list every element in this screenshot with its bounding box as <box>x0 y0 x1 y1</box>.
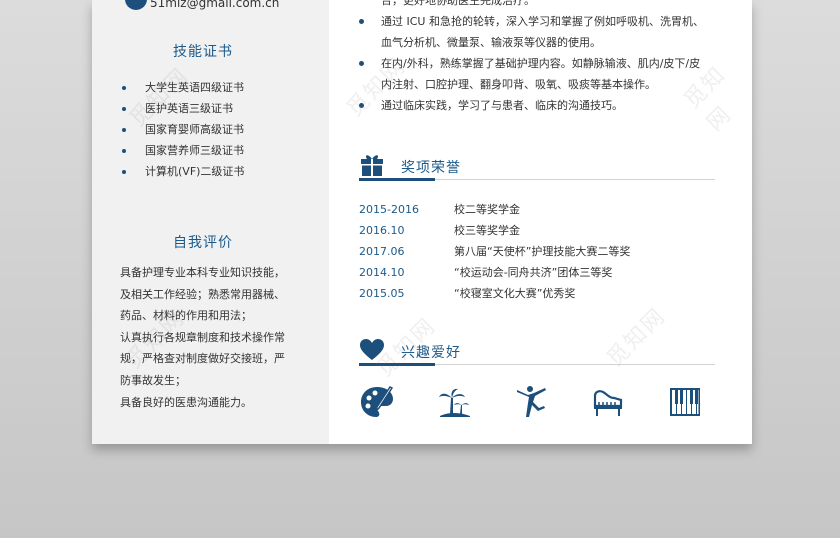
resume-page: 51miz@gmail.com.cn 技能证书 大学生英语四级证书 医护英语三级证… <box>92 0 752 444</box>
award-date: 2014.10 <box>359 266 405 279</box>
keyboard-icon <box>670 388 700 416</box>
experience-line: 内注射、口腔护理、翻身叩背、吸氧、吸痰等基本操作。 <box>381 78 656 91</box>
left-column: 51miz@gmail.com.cn 技能证书 大学生英语四级证书 医护英语三级证… <box>92 0 329 444</box>
gift-icon <box>361 155 383 176</box>
award-row: 2016.10 校三等奖学金 <box>359 220 715 241</box>
piano-icon <box>593 390 623 416</box>
self-eval-line: 具备良好的医患沟通能力。 <box>120 395 252 409</box>
painting-icon <box>361 386 394 417</box>
right-column: 合，更好地协助医生完成治疗。通过 ICU 和急抢的轮转，深入学习和掌握了例如呼吸… <box>329 0 752 444</box>
self-eval-line: 防事故发生； <box>120 373 186 387</box>
awards-list: 2015-2016 校二等奖学金 2016.10 校三等奖学金 2017.06 第八届“天… <box>359 199 715 304</box>
award-name: 第八届“天使杯”护理技能大赛二等奖 <box>454 245 631 258</box>
beach-icon <box>439 388 470 417</box>
award-name: “校运动会-同舟共济”团体三等奖 <box>454 266 613 279</box>
self-eval-title: 自我评价 <box>173 235 233 251</box>
awards-title: 奖项荣誉 <box>401 160 461 176</box>
award-row: 2015.05 “校寝室文化大赛”优秀奖 <box>359 283 715 304</box>
award-date: 2017.06 <box>359 245 405 258</box>
email-icon <box>125 0 147 10</box>
experience-line: 血气分析机、微量泵、输液泵等仪器的使用。 <box>381 36 601 49</box>
award-name: 校三等奖学金 <box>454 224 520 237</box>
award-date: 2015.05 <box>359 287 405 300</box>
experience-list: 合，更好地协助医生完成治疗。通过 ICU 和急抢的轮转，深入学习和掌握了例如呼吸… <box>359 0 704 116</box>
hobbies-icons <box>359 384 715 420</box>
award-date: 2016.10 <box>359 224 405 237</box>
award-row: 2014.10 “校运动会-同舟共济”团体三等奖 <box>359 262 715 283</box>
dance-icon <box>517 386 546 417</box>
experience-line: 通过临床实践，学习了与患者、临床的沟通技巧。 <box>359 95 704 116</box>
experience-line: 合，更好地协助医生完成治疗。 <box>381 0 535 7</box>
self-eval-line: 具备护理专业本科专业知识技能， <box>120 266 285 279</box>
email-text: 51miz@gmail.com.cn <box>150 0 280 10</box>
experience-line: 通过 ICU 和急抢的轮转，深入学习和掌握了例如呼吸机、洗胃机、 <box>359 11 704 32</box>
skills-title: 技能证书 <box>173 44 233 60</box>
award-name: 校二等奖学金 <box>454 203 520 216</box>
skill-item: 国家营养师三级证书 <box>122 140 244 161</box>
skill-item: 计算机(VF)二级证书 <box>122 161 244 182</box>
award-row: 2015-2016 校二等奖学金 <box>359 199 715 220</box>
award-date: 2015-2016 <box>359 203 419 216</box>
award-row: 2017.06 第八届“天使杯”护理技能大赛二等奖 <box>359 241 715 262</box>
awards-header: 奖项荣誉 <box>359 148 715 184</box>
accent-bar <box>359 178 435 181</box>
self-eval-line: 及相关工作经验；熟悉常用器械、 <box>120 287 285 301</box>
award-name: “校寝室文化大赛”优秀奖 <box>454 287 576 300</box>
